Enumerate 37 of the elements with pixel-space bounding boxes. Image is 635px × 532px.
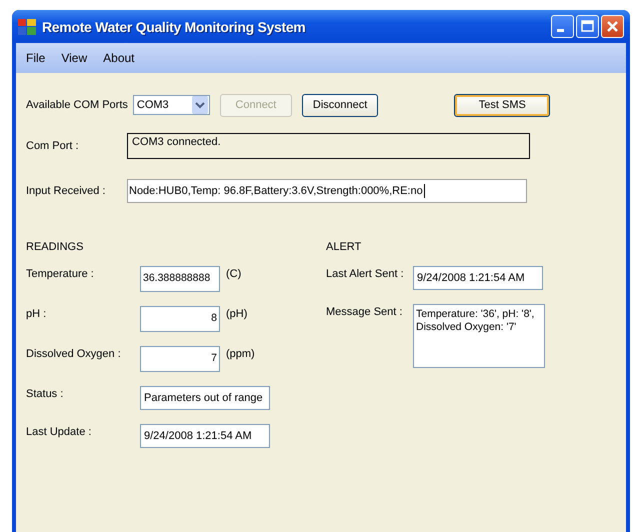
com-port-label: Com Port :	[26, 140, 80, 152]
reading-label: pH :	[26, 307, 48, 320]
com-ports-label: Available COM Ports	[26, 99, 128, 111]
menu-item[interactable]: File	[26, 51, 46, 65]
minimize-icon	[557, 29, 564, 32]
reading-field[interactable]: 7	[140, 346, 220, 372]
reading-label: Status :	[26, 387, 64, 400]
com-port-dropdown[interactable]: COM3	[132, 95, 210, 115]
message-sent-label: Message Sent :	[326, 305, 404, 318]
reading-field[interactable]: 9/24/2008 1:21:54 AM	[140, 424, 270, 448]
last-alert-sent-field[interactable]: 9/24/2008 1:21:54 AM	[413, 266, 543, 290]
app-icon	[18, 18, 36, 34]
reading-field[interactable]: Parameters out of range	[140, 386, 270, 410]
reading-label: Last Update :	[26, 425, 92, 438]
disconnect-button[interactable]: Disconnect	[302, 94, 378, 116]
menu-item[interactable]: About	[103, 51, 134, 65]
unit-label: (C)	[226, 267, 242, 280]
minimize-button[interactable]	[551, 15, 574, 38]
maximize-button[interactable]	[576, 15, 599, 38]
reading-label: Dissolved Oxygen :	[26, 347, 122, 360]
readings-heading: READINGS	[26, 241, 84, 253]
unit-label: (pH)	[226, 307, 248, 320]
reading-field[interactable]: 36.388888888	[140, 266, 220, 292]
input-received-field[interactable]: Node:HUB0,Temp: 96.8F,Battery:3.6V,Strength:000%,RE:no	[127, 179, 527, 203]
text-cursor	[424, 184, 425, 198]
com-port-status: COM3 connected.	[127, 133, 530, 159]
alert-heading: ALERT	[326, 241, 362, 253]
menu-item[interactable]: View	[61, 51, 88, 65]
close-button[interactable]	[601, 15, 624, 38]
window-title: Remote Water Quality Monitoring System	[42, 18, 306, 34]
input-received-label: Input Received :	[26, 185, 106, 197]
last-alert-sent-label: Last Alert Sent :	[326, 267, 405, 280]
test-sms-button[interactable]: Test SMS	[454, 94, 550, 116]
unit-label: (ppm)	[226, 347, 255, 360]
reading-field[interactable]: 8	[140, 306, 220, 332]
message-sent-field[interactable]: Temperature: '36', pH: '8', Dissolved Oxygen: '7'	[413, 304, 545, 368]
reading-label: Temperature :	[26, 267, 95, 280]
